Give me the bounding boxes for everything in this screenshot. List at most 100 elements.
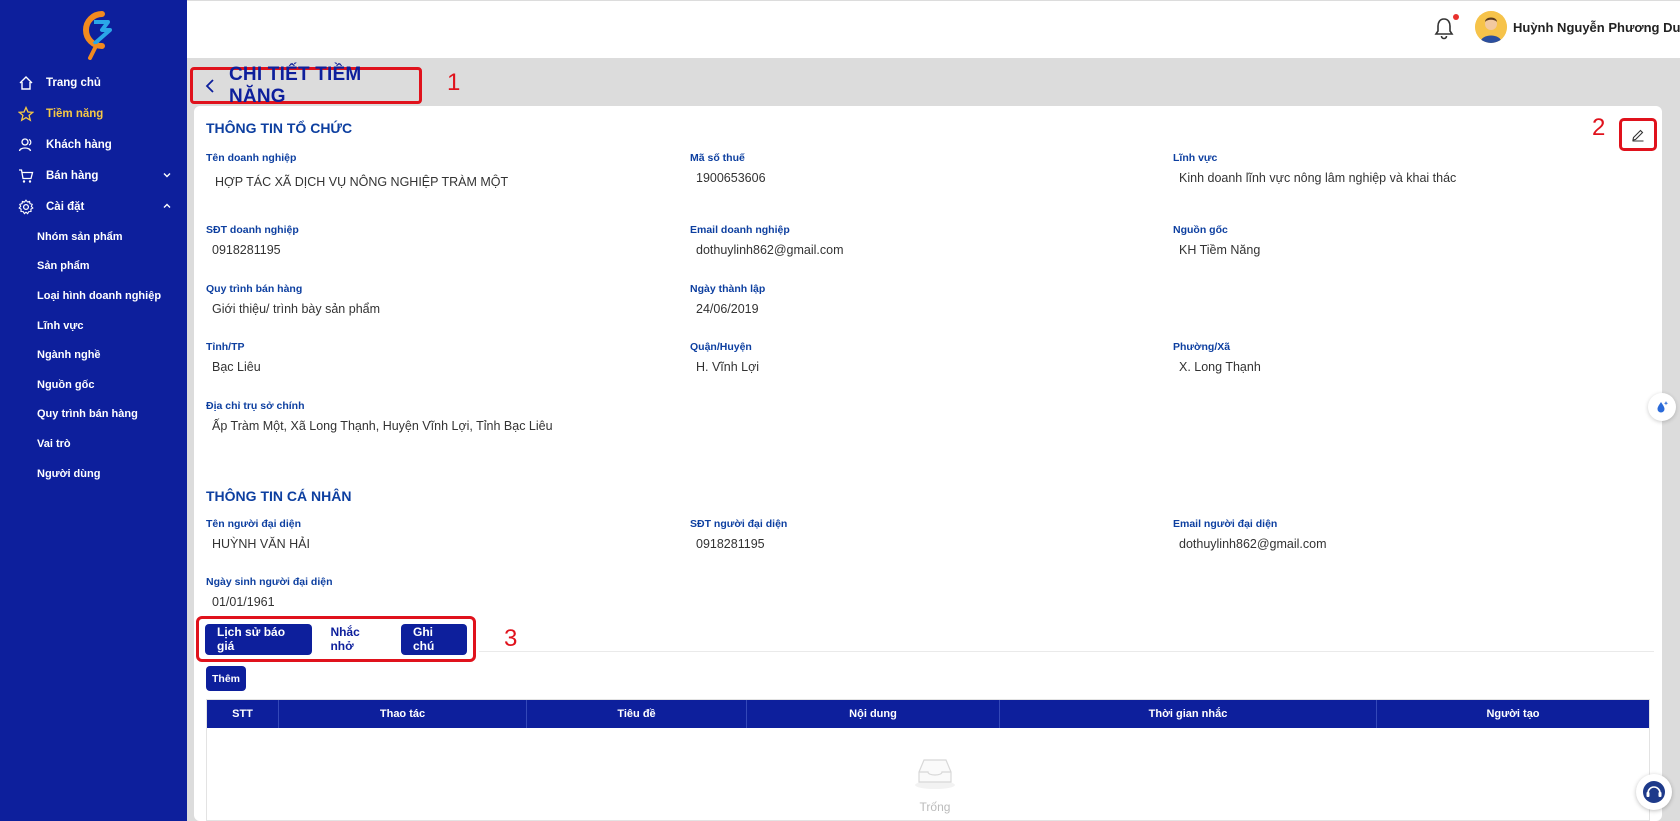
- user-name[interactable]: Huỳnh Nguyễn Phương Duy: [1513, 20, 1680, 35]
- sidebar-item-settings[interactable]: Cài đặt: [0, 191, 187, 222]
- field-label: Nguồn gốc: [1173, 224, 1228, 236]
- field-ward: Phường/Xã X. Long Thạnh: [1173, 341, 1613, 374]
- field-label: Tên doanh nghiệp: [206, 152, 297, 164]
- field-label: Mã số thuế: [690, 152, 745, 164]
- sidebar-item-label: Cài đặt: [46, 200, 85, 213]
- users-icon: [18, 137, 34, 153]
- annotation-label: 3: [504, 625, 518, 652]
- support-chat-icon[interactable]: [1636, 774, 1672, 810]
- tab-label: Ghi chú: [412, 625, 435, 653]
- tab-notes[interactable]: Ghi chú: [400, 623, 467, 655]
- sidebar-subitem-label: Người dùng: [37, 467, 101, 480]
- field-sales-process: Quy trình bán hàng Giới thiệu/ trình bày…: [206, 283, 646, 316]
- sidebar-item-home[interactable]: Trang chủ: [0, 67, 187, 98]
- sidebar-subitem-business-types[interactable]: Loại hình doanh nghiệp: [0, 281, 187, 311]
- field-company-email: Email doanh nghiệp dothuylinh862@gmail.c…: [690, 224, 1130, 257]
- sidebar-subitem-label: Vai trò: [37, 437, 71, 450]
- field-company-phone: SĐT doanh nghiệp 0918281195: [206, 224, 646, 257]
- annotation-label: 1: [447, 69, 461, 96]
- column-header[interactable]: Nội dung: [747, 700, 1000, 728]
- field-value: dothuylinh862@gmail.com: [1179, 537, 1327, 551]
- sidebar-subitem-roles[interactable]: Vai trò: [0, 429, 187, 459]
- annotation-label: 2: [1592, 114, 1606, 141]
- field-value: 1900653606: [696, 171, 766, 185]
- empty-inbox-icon: [913, 756, 957, 790]
- tab-bar: Lịch sử báo giá Nhắc nhở Ghi chú: [196, 616, 476, 662]
- sidebar-item-label: Tiềm năng: [46, 107, 104, 120]
- home-icon: [18, 75, 34, 91]
- droplet-icon[interactable]: [1648, 393, 1676, 421]
- add-button[interactable]: Thêm: [206, 666, 247, 691]
- tab-reminders[interactable]: Nhắc nhở: [318, 623, 395, 655]
- field-label: Phường/Xã: [1173, 341, 1231, 353]
- column-header[interactable]: Thời gian nhắc: [1000, 700, 1377, 728]
- avatar[interactable]: [1475, 11, 1507, 43]
- sidebar-subitem-industries[interactable]: Ngành nghề: [0, 340, 187, 370]
- top-header: Huỳnh Nguyễn Phương Duy: [187, 1, 1680, 58]
- chevron-up-icon[interactable]: [161, 200, 173, 212]
- column-header[interactable]: Thao tác: [279, 700, 527, 728]
- field-label: Tên người đại diện: [206, 518, 301, 530]
- field-value: 0918281195: [696, 537, 765, 551]
- sidebar-subitem-sales-process[interactable]: Quy trình bán hàng: [0, 400, 187, 430]
- field-province: Tỉnh/TP Bạc Liêu: [206, 341, 646, 374]
- field-value: 0918281195: [212, 243, 281, 257]
- field-label: SĐT doanh nghiệp: [206, 224, 299, 236]
- field-value: HUỲNH VĂN HẢI: [212, 537, 310, 551]
- sidebar-subitem-sources[interactable]: Nguồn gốc: [0, 370, 187, 400]
- cart-icon: [18, 168, 34, 184]
- table-header: STT Thao tác Tiêu đề Nội dung Thời gian …: [207, 700, 1649, 728]
- page-title: CHI TIẾT TIỀM NĂNG: [229, 63, 362, 107]
- field-label: SĐT người đại diện: [690, 518, 788, 530]
- personal-section-title: THÔNG TIN CÁ NHÂN: [206, 488, 352, 504]
- field-label: Địa chỉ trụ sở chính: [206, 400, 305, 412]
- edit-button[interactable]: [1619, 118, 1657, 151]
- c9-logo-icon[interactable]: [72, 6, 116, 60]
- field-label: Tỉnh/TP: [206, 341, 245, 353]
- field-label: Quận/Huyện: [690, 341, 752, 353]
- sidebar-subitem-products[interactable]: Sản phẩm: [0, 252, 187, 282]
- sidebar-subitem-label: Quy trình bán hàng: [37, 408, 138, 421]
- field-value: Bạc Liêu: [212, 360, 261, 374]
- sidebar-item-sales[interactable]: Bán hàng: [0, 160, 187, 191]
- field-value: 01/01/1961: [212, 595, 275, 609]
- reminder-table: STT Thao tác Tiêu đề Nội dung Thời gian …: [206, 699, 1650, 821]
- column-header[interactable]: Tiêu đề: [527, 700, 747, 728]
- org-section-title: THÔNG TIN TỔ CHỨC: [206, 120, 353, 136]
- field-label: Ngày thành lập: [690, 283, 766, 295]
- sidebar-subitem-label: Lĩnh vực: [37, 319, 84, 332]
- pencil-icon: [1632, 129, 1644, 142]
- field-value: KH Tiềm Năng: [1179, 243, 1261, 257]
- bell-icon[interactable]: [1433, 16, 1455, 40]
- field-representative-phone: SĐT người đại diện 0918281195: [690, 518, 1130, 551]
- sidebar-subitem-label: Nhóm sản phẩm: [37, 230, 123, 243]
- field-representative-birthday: Ngày sinh người đại diện 01/01/1961: [206, 576, 646, 609]
- tabs-divider: [479, 651, 1654, 652]
- field-value: Kinh doanh lĩnh vực nông lâm nghiệp và k…: [1179, 171, 1457, 185]
- field-source: Nguồn gốc KH Tiềm Năng: [1173, 224, 1613, 257]
- field-company-name: Tên doanh nghiệp HỢP TÁC XÃ DỊCH VỤ NÔNG…: [206, 152, 646, 189]
- field-district: Quận/Huyện H. Vĩnh Lợi: [690, 341, 1130, 374]
- star-icon: [18, 105, 34, 122]
- field-value: H. Vĩnh Lợi: [696, 360, 760, 374]
- sidebar-subitem-users[interactable]: Người dùng: [0, 459, 187, 489]
- sidebar-nav: Trang chủ Tiềm năng Khách hàng Bán hàng: [0, 67, 187, 488]
- field-business-field: Lĩnh vực Kinh doanh lĩnh vực nông lâm ng…: [1173, 152, 1653, 185]
- sidebar-subitem-fields[interactable]: Lĩnh vực: [0, 311, 187, 341]
- chevron-left-icon[interactable]: [203, 78, 217, 94]
- sidebar-item-customers[interactable]: Khách hàng: [0, 129, 187, 160]
- detail-card: THÔNG TIN TỔ CHỨC 2 Tên doanh nghiệp HỢP…: [194, 106, 1662, 821]
- field-label: Email người đại diện: [1173, 518, 1278, 530]
- field-value: dothuylinh862@gmail.com: [696, 243, 844, 257]
- column-header[interactable]: Người tạo: [1377, 700, 1649, 728]
- tab-quote-history[interactable]: Lịch sử báo giá: [205, 623, 313, 655]
- sidebar-item-label: Khách hàng: [46, 138, 112, 151]
- sidebar-item-potential[interactable]: Tiềm năng: [0, 98, 187, 129]
- sidebar-subitem-product-groups[interactable]: Nhóm sản phẩm: [0, 222, 187, 252]
- empty-text: Trống: [919, 800, 951, 814]
- column-header[interactable]: STT: [207, 700, 279, 728]
- chevron-down-icon[interactable]: [161, 169, 173, 181]
- sidebar-subitem-label: Ngành nghề: [37, 349, 101, 362]
- field-value: Giới thiệu/ trình bày sản phẩm: [212, 302, 381, 316]
- field-head-office-address: Địa chỉ trụ sở chính Ấp Tràm Một, Xã Lon…: [206, 400, 906, 433]
